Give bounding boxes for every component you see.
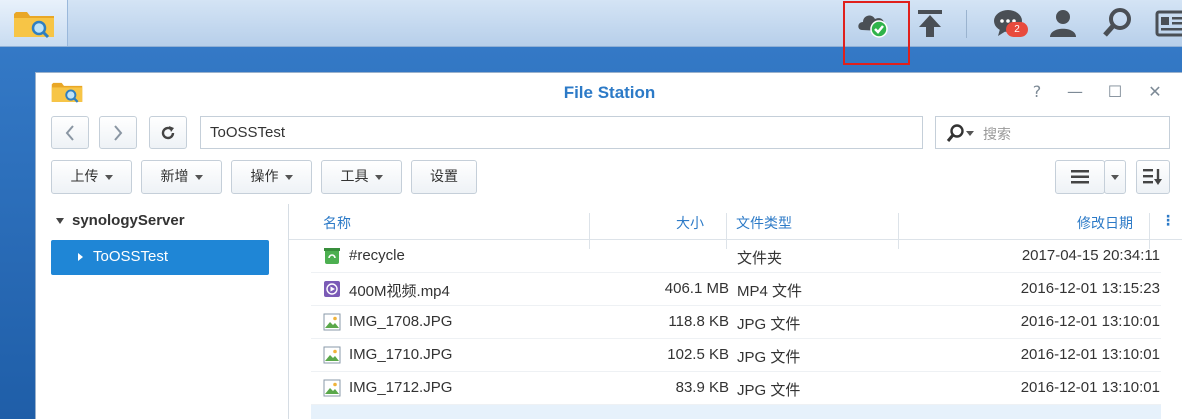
view-mode-button[interactable] (1055, 160, 1105, 194)
refresh-icon (161, 126, 175, 140)
column-options-icon[interactable]: ⋮ (1161, 213, 1175, 229)
view-mode-dropdown[interactable] (1104, 160, 1126, 194)
search-icon (946, 124, 964, 142)
column-header-size[interactable]: 大小 (676, 213, 704, 233)
chevron-down-icon (104, 174, 113, 180)
maximize-button[interactable]: ☐ (1105, 83, 1125, 101)
settings-button[interactable]: 设置 (411, 160, 477, 194)
upload-button-label: 上传 (70, 169, 99, 185)
column-header-modified[interactable]: 修改日期 (1077, 213, 1133, 233)
taskbar-file-station-app[interactable] (0, 0, 68, 46)
file-type: JPG 文件 (737, 382, 801, 399)
close-button[interactable]: ✕ (1145, 83, 1165, 101)
forward-button[interactable] (99, 116, 137, 149)
file-type: MP4 文件 (737, 283, 803, 300)
file-modified: 2016-12-01 13:15:23 (1020, 280, 1160, 297)
upload-button[interactable]: 上传 (51, 160, 132, 194)
file-modified: 2017-04-15 20:34:11 (1021, 247, 1160, 264)
column-header-type[interactable]: 文件类型 (736, 213, 792, 233)
chevron-down-icon[interactable] (966, 131, 974, 136)
highlight-box (843, 1, 910, 65)
tools-button-label: 工具 (340, 169, 369, 185)
create-button[interactable]: 新增 (141, 160, 222, 194)
table-row[interactable]: IMG_1708.JPG 118.8 KB JPG 文件 2016-12-01 … (311, 306, 1161, 339)
tools-button[interactable]: 工具 (321, 160, 402, 194)
tree-item-label: ToOSSTest (93, 248, 169, 265)
file-size: 406.1 MB (664, 280, 729, 297)
file-name: 400M视频.mp4 (349, 283, 450, 300)
taskbar-separator (966, 10, 967, 38)
image-file-icon (323, 313, 341, 331)
notification-count-badge: 2 (1006, 22, 1028, 37)
table-row-partial[interactable] (311, 405, 1161, 419)
minimize-button[interactable]: — (1065, 83, 1085, 101)
table-row[interactable]: IMG_1710.JPG 102.5 KB JPG 文件 2016-12-01 … (311, 339, 1161, 372)
table-row[interactable]: 400M视频.mp4 406.1 MB MP4 文件 2016-12-01 13… (311, 273, 1161, 306)
path-input[interactable]: ToOSSTest ★ (200, 116, 1077, 149)
taskbar: 2 (0, 0, 1182, 65)
chevron-down-icon (374, 174, 383, 180)
list-view-icon (1071, 170, 1089, 184)
file-list-header: 名称 大小 文件类型 修改日期 ⋮ (289, 204, 1182, 249)
collapse-triangle-icon[interactable] (78, 253, 83, 261)
window-titlebar[interactable]: File Station ? — ☐ ✕ (36, 73, 1182, 111)
file-modified: 2016-12-01 13:10:01 (1020, 379, 1160, 396)
sort-button[interactable] (1136, 160, 1170, 194)
file-type: JPG 文件 (737, 316, 801, 333)
image-file-icon (323, 346, 341, 364)
video-file-icon (324, 281, 340, 297)
file-size: 102.5 KB (667, 346, 729, 363)
refresh-button[interactable] (149, 116, 187, 149)
user-icon[interactable] (1046, 6, 1080, 40)
file-modified: 2016-12-01 13:10:01 (1020, 346, 1160, 363)
tree-root-label: synologyServer (72, 212, 185, 229)
create-button-label: 新增 (160, 169, 189, 185)
chevron-down-icon (1111, 175, 1119, 180)
tree-root-synologyserver[interactable]: synologyServer (56, 212, 185, 229)
file-name: IMG_1708.JPG (349, 313, 453, 330)
file-type: 文件夹 (737, 250, 783, 267)
chevron-down-icon (194, 174, 203, 180)
file-list: 名称 大小 文件类型 修改日期 ⋮ #recycle 文件夹 2017-04-1… (289, 204, 1182, 419)
widgets-icon[interactable] (1155, 6, 1182, 40)
column-header-name[interactable]: 名称 (323, 213, 351, 233)
chevron-left-icon (65, 125, 74, 141)
search-icon[interactable] (1101, 6, 1135, 40)
recycle-folder-icon (324, 248, 340, 264)
action-button-label: 操作 (250, 169, 279, 185)
file-modified: 2016-12-01 13:10:01 (1020, 313, 1160, 330)
settings-button-label: 设置 (430, 169, 458, 185)
file-name: IMG_1712.JPG (349, 379, 453, 396)
image-file-icon (323, 379, 341, 397)
upload-queue-icon[interactable] (913, 6, 947, 40)
sort-icon (1143, 169, 1162, 185)
file-size: 83.9 KB (675, 379, 729, 396)
file-name: #recycle (349, 247, 405, 264)
file-type: JPG 文件 (737, 349, 801, 366)
folder-search-icon (14, 12, 54, 39)
table-row[interactable]: #recycle 文件夹 2017-04-15 20:34:11 (311, 240, 1161, 273)
action-button[interactable]: 操作 (231, 160, 312, 194)
file-name: IMG_1710.JPG (349, 346, 453, 363)
search-placeholder: 搜索 (983, 127, 1011, 143)
chevron-right-icon (114, 125, 123, 141)
chevron-down-icon (284, 174, 293, 180)
back-button[interactable] (51, 116, 89, 149)
table-row[interactable]: IMG_1712.JPG 83.9 KB JPG 文件 2016-12-01 1… (311, 372, 1161, 405)
tree-item-toosstest[interactable]: ToOSSTest (51, 240, 269, 275)
search-input[interactable]: 搜索 (935, 116, 1170, 149)
expand-triangle-icon[interactable] (56, 218, 64, 225)
help-button[interactable]: ? (1027, 83, 1047, 101)
file-size: 118.8 KB (668, 313, 729, 330)
path-text: ToOSSTest (210, 124, 286, 141)
window-title: File Station (563, 83, 656, 102)
file-station-window: File Station ? — ☐ ✕ ToOSSTest ★ 搜索 上 (35, 72, 1182, 419)
